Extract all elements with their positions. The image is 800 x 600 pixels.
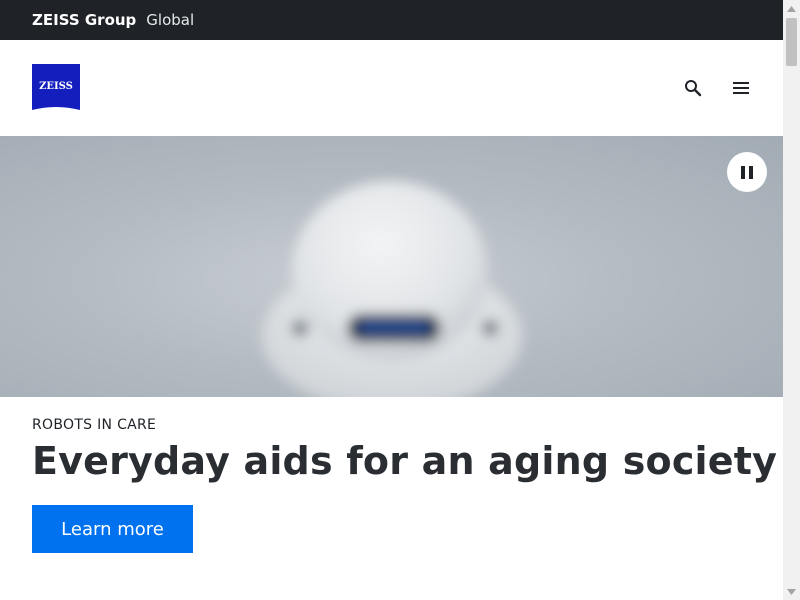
scroll-down-arrow-icon xyxy=(787,588,796,595)
scroll-up-arrow-icon xyxy=(787,5,796,12)
zeiss-logo-text: ZEISS xyxy=(39,81,73,92)
site-header: ZEISS xyxy=(0,40,783,136)
group-brand-link[interactable]: ZEISS Group xyxy=(32,11,136,29)
robot-hero-image xyxy=(262,181,522,397)
teaser-eyebrow: ROBOTS IN CARE xyxy=(32,417,157,433)
search-button[interactable] xyxy=(681,76,705,100)
pause-icon xyxy=(741,165,753,179)
scroll-thumb[interactable] xyxy=(786,18,797,66)
region-selector[interactable]: Global xyxy=(146,11,194,29)
search-icon xyxy=(685,80,702,97)
top-bar: ZEISS Group Global xyxy=(0,0,783,40)
scroll-up-button[interactable] xyxy=(783,0,800,17)
page: ZEISS Group Global ZEISS ROBOTS IN CARE … xyxy=(0,0,800,600)
teaser-headline: Everyday aids for an aging society xyxy=(32,439,778,483)
page-content: ZEISS Group Global ZEISS ROBOTS IN CARE … xyxy=(0,0,783,600)
hamburger-menu-icon xyxy=(733,82,749,94)
pause-button[interactable] xyxy=(727,152,767,192)
vertical-scrollbar[interactable] xyxy=(783,0,800,600)
menu-button[interactable] xyxy=(729,76,753,100)
hero-video xyxy=(0,136,783,397)
zeiss-logo[interactable]: ZEISS xyxy=(32,64,80,112)
scroll-down-button[interactable] xyxy=(783,583,800,600)
zeiss-logo-icon: ZEISS xyxy=(32,64,80,110)
learn-more-button[interactable]: Learn more xyxy=(32,505,193,553)
